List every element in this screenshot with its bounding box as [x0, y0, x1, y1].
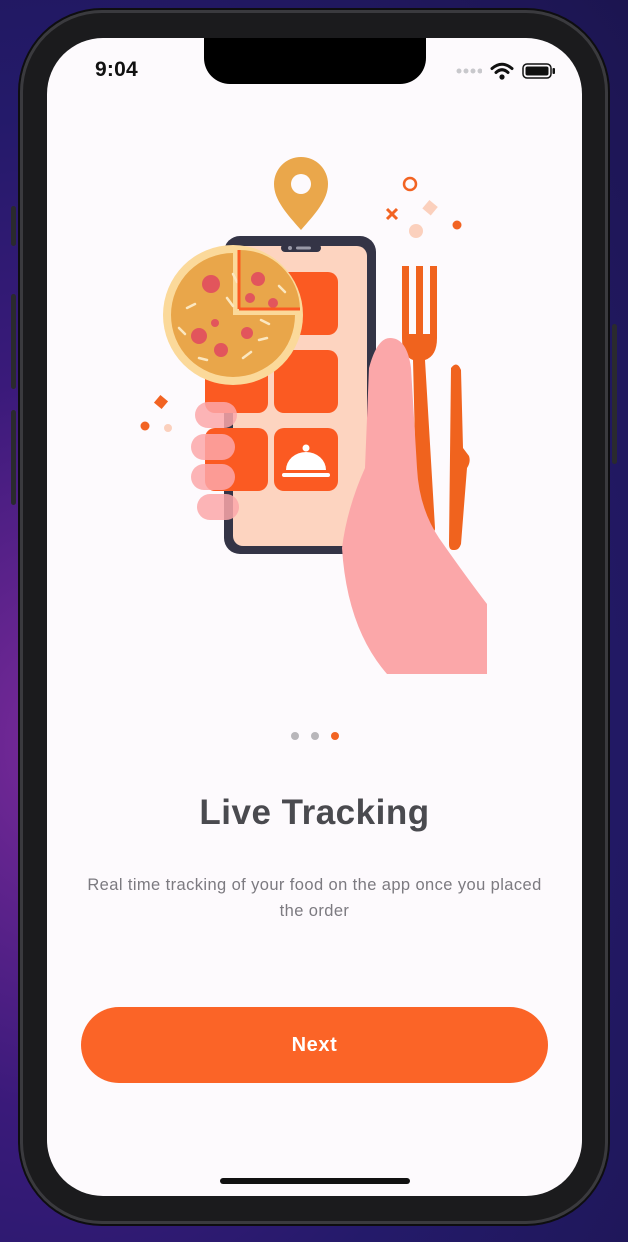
app-screen: 9:04 Live Tracking Real time tracking of…	[47, 38, 582, 1196]
location-pin-icon	[274, 157, 328, 230]
next-button[interactable]: Next	[81, 1007, 548, 1083]
volume-down-button	[11, 410, 16, 505]
page-dot[interactable]	[290, 732, 299, 740]
confetti-ring	[402, 176, 418, 192]
volume-up-button	[11, 294, 16, 389]
phone-food-order-illustration	[140, 157, 487, 674]
confetti-dot	[140, 421, 150, 431]
knife-icon	[449, 364, 470, 550]
confetti-square	[153, 394, 169, 410]
page-dot[interactable]	[310, 732, 319, 740]
mute-switch	[11, 206, 16, 246]
page-description: Real time tracking of your food on the a…	[87, 876, 542, 920]
page-dot-active[interactable]	[330, 732, 339, 740]
pizza-graphic	[163, 245, 303, 385]
confetti-dot	[164, 424, 172, 432]
page-title: Live Tracking	[199, 793, 430, 832]
confetti-square	[422, 199, 438, 216]
page-indicator	[47, 732, 582, 740]
confetti-dot	[409, 224, 423, 238]
home-indicator[interactable]	[220, 1178, 410, 1184]
confetti-dot	[452, 220, 462, 230]
power-button	[612, 324, 617, 464]
confetti-cross	[385, 207, 399, 221]
